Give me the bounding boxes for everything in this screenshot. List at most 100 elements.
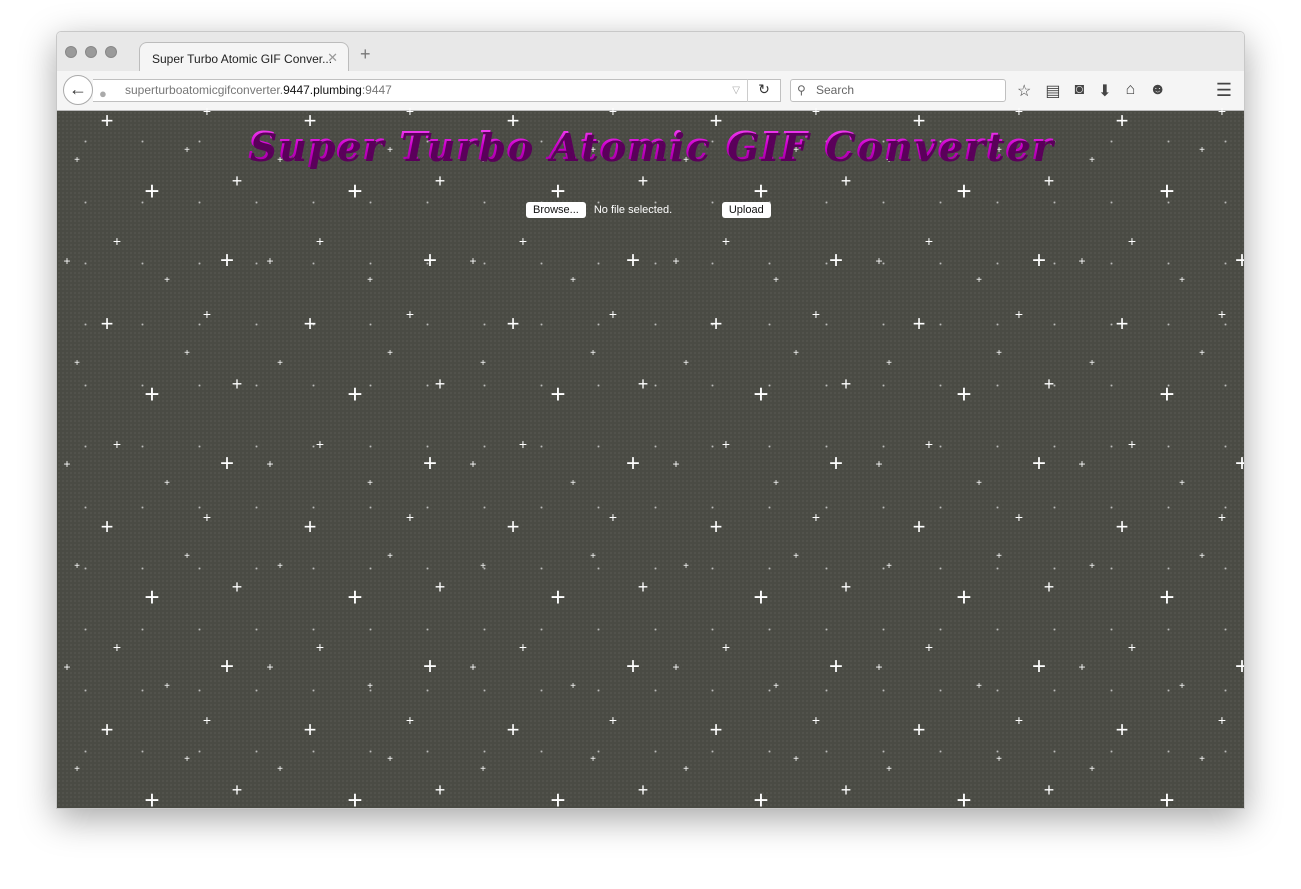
- sparkle: +: [625, 450, 641, 477]
- sparkle: +: [1235, 452, 1244, 476]
- sparkle: +: [506, 717, 520, 742]
- sparkle: +: [793, 754, 799, 765]
- reload-icon[interactable]: ↻: [747, 79, 780, 102]
- sparkle: +: [1043, 171, 1055, 191]
- pocket-icon[interactable]: ◙: [1074, 81, 1084, 101]
- sparkle: +: [277, 561, 283, 572]
- sparkle: +: [1078, 660, 1086, 674]
- sparkle: +: [405, 509, 415, 525]
- sparkle: +: [1235, 655, 1244, 679]
- sparkle: +: [811, 712, 821, 728]
- sparkle: +: [1127, 639, 1137, 655]
- page-content: + + + + + + + + + + + + + + + + + + + + + + + + + + + + + + + + + + + + + + + +…: [57, 104, 1244, 809]
- sparkle: +: [811, 509, 821, 525]
- sparkle: +: [608, 103, 618, 119]
- sparkle: +: [144, 785, 160, 809]
- sparkle: +: [1179, 478, 1185, 489]
- sparkle: +: [315, 436, 325, 452]
- sparkle: +: [608, 306, 618, 322]
- reading-list-icon[interactable]: ▤: [1045, 81, 1060, 101]
- globe-icon: ●: [99, 86, 107, 101]
- url-prefix: superturboatomicgifconverter.: [125, 83, 284, 97]
- sparkle: +: [1031, 247, 1047, 274]
- sparkle: +: [506, 514, 520, 539]
- sparkle: +: [100, 717, 114, 742]
- sparkle: +: [315, 233, 325, 249]
- sparkle: +: [1217, 103, 1227, 119]
- sparkle: +: [672, 254, 680, 268]
- sparkle: +: [518, 233, 528, 249]
- sparkle: +: [773, 478, 779, 489]
- sparkle: +: [996, 754, 1002, 765]
- sparkle: +: [387, 348, 393, 359]
- sparkle: +: [231, 577, 243, 597]
- sparkle: +: [422, 247, 438, 274]
- sparkle: +: [976, 478, 982, 489]
- sparkle: +: [184, 754, 190, 765]
- tab-active[interactable]: Super Turbo Atomic GIF Conver... ✕: [139, 42, 349, 72]
- sparkle: +: [112, 639, 122, 655]
- sparkle: +: [637, 780, 649, 800]
- sparkle: +: [683, 358, 689, 369]
- minimize-window-button[interactable]: [85, 46, 97, 58]
- sparkle: +: [1115, 717, 1129, 742]
- sparkle: +: [1014, 509, 1024, 525]
- sparkle: +: [1043, 577, 1055, 597]
- sparkle: +: [144, 582, 160, 612]
- sparkle: +: [144, 176, 160, 206]
- sparkle: +: [1031, 450, 1047, 477]
- upload-button[interactable]: Upload: [721, 202, 771, 218]
- sparkle: +: [74, 561, 80, 572]
- sparkle: +: [912, 311, 926, 336]
- smiley-icon[interactable]: ☻: [1149, 81, 1166, 101]
- browse-button[interactable]: Browse...: [526, 202, 586, 218]
- sparkle: +: [367, 478, 373, 489]
- sparkle: +: [434, 374, 446, 394]
- sparkle: +: [590, 348, 596, 359]
- new-tab-button[interactable]: +: [360, 44, 371, 65]
- sparkle: +: [721, 639, 731, 655]
- sparkle: +: [1089, 358, 1095, 369]
- search-icon: ⚲: [797, 83, 806, 97]
- close-tab-icon[interactable]: ✕: [327, 50, 338, 66]
- sparkle: +: [1127, 233, 1137, 249]
- sparkle: +: [1159, 176, 1175, 206]
- sparkle: +: [266, 457, 274, 471]
- sparkle: +: [231, 374, 243, 394]
- sparkle: +: [683, 764, 689, 775]
- bookmark-star-icon[interactable]: ☆: [1017, 81, 1031, 101]
- sparkle: +: [144, 379, 160, 409]
- search-input[interactable]: ⚲ Search: [790, 79, 1006, 102]
- sparkle: +: [1127, 436, 1137, 452]
- sparkle: +: [277, 358, 283, 369]
- sparkle: +: [1115, 311, 1129, 336]
- sparkle: +: [672, 660, 680, 674]
- sparkle: +: [875, 254, 883, 268]
- browser-window: Super Turbo Atomic GIF Conver... ✕ + ● s…: [56, 31, 1245, 809]
- sparkle: +: [1089, 764, 1095, 775]
- sparkle: +: [422, 653, 438, 680]
- sparkle: +: [912, 717, 926, 742]
- url-bar[interactable]: ● superturboatomicgifconverter.9447.plum…: [93, 79, 781, 102]
- maximize-window-button[interactable]: [105, 46, 117, 58]
- sparkle: +: [518, 436, 528, 452]
- hamburger-menu-icon[interactable]: ☰: [1216, 80, 1232, 101]
- sparkle: +: [550, 379, 566, 409]
- sparkle: +: [773, 275, 779, 286]
- sparkle: +: [63, 457, 71, 471]
- download-icon[interactable]: ⬇: [1098, 81, 1111, 101]
- dropdown-icon[interactable]: ▽: [732, 80, 740, 101]
- sparkle: +: [672, 457, 680, 471]
- home-icon[interactable]: ⌂: [1126, 81, 1136, 101]
- sparkle: +: [63, 660, 71, 674]
- url-port: :9447: [361, 83, 392, 97]
- sparkle: +: [303, 717, 317, 742]
- back-button[interactable]: ←: [63, 75, 93, 105]
- sparkle: +: [405, 103, 415, 119]
- sparkle: +: [590, 551, 596, 562]
- sparkle: +: [956, 582, 972, 612]
- sparkle: +: [1014, 103, 1024, 119]
- sparkle: +: [469, 457, 477, 471]
- sparkle: +: [164, 275, 170, 286]
- close-window-button[interactable]: [65, 46, 77, 58]
